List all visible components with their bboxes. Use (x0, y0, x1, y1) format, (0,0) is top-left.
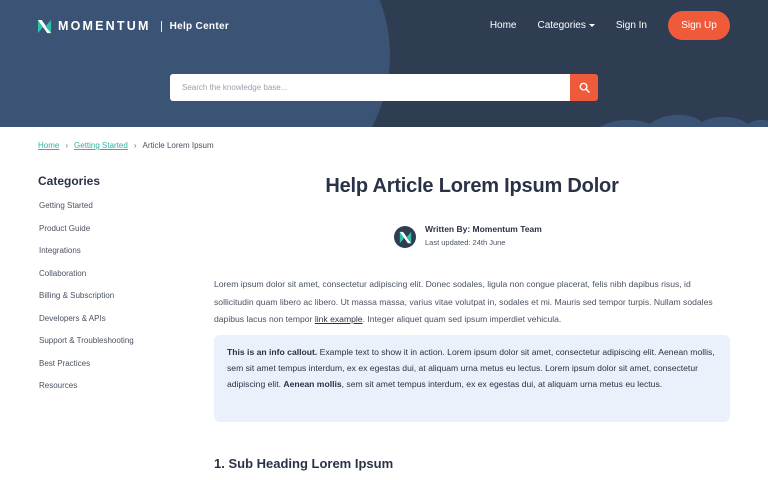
sidebar-item-best-practices[interactable]: Best Practices (38, 359, 198, 382)
sidebar-item-support[interactable]: Support & Troubleshooting (38, 336, 198, 359)
nav-categories[interactable]: Categories (538, 20, 595, 31)
sidebar-title: Categories (38, 174, 101, 188)
author-meta: Written By: Momentum Team Last updated: … (425, 224, 542, 250)
sidebar-item-collaboration[interactable]: Collaboration (38, 269, 198, 292)
brand-name: MOMENTUM (58, 19, 151, 33)
search-button[interactable] (570, 74, 598, 101)
search-input[interactable] (170, 74, 570, 101)
chevron-right-icon: › (65, 141, 69, 150)
sidebar-item-resources[interactable]: Resources (38, 381, 198, 404)
search-bar (170, 74, 598, 101)
sub-heading: 1. Sub Heading Lorem Ipsum (214, 456, 394, 471)
sidebar-item-integrations[interactable]: Integrations (38, 246, 198, 269)
breadcrumb-current: Article Lorem Ipsum (142, 141, 214, 150)
breadcrumb: Home › Getting Started › Article Lorem I… (38, 141, 214, 150)
last-updated: Last updated: 24th June (425, 238, 506, 247)
callout-emphasis: Aenean mollis (283, 378, 342, 389)
sidebar-list: Getting Started Product Guide Integratio… (38, 201, 198, 404)
header-hero: MOMENTUM Help Center Home Categories Sig… (0, 0, 768, 127)
nav-home[interactable]: Home (490, 20, 517, 31)
intro-text-end: . Integer aliquet quam sed ipsum imperdi… (362, 314, 562, 325)
nav-categories-label: Categories (537, 20, 586, 31)
chevron-down-icon (588, 24, 595, 27)
avatar (394, 226, 416, 248)
brand-divider (160, 20, 162, 32)
momentum-avatar-icon (399, 231, 411, 243)
breadcrumb-section[interactable]: Getting Started (74, 141, 128, 150)
brand-logo[interactable]: MOMENTUM Help Center (37, 18, 229, 34)
sidebar-item-billing[interactable]: Billing & Subscription (38, 291, 198, 314)
search-icon (579, 82, 590, 93)
sidebar-item-developers[interactable]: Developers & APIs (38, 314, 198, 337)
momentum-logo-icon (37, 19, 52, 33)
brand-section: Help Center (169, 20, 230, 32)
top-nav: Home Categories Sign In Sign Up (490, 11, 730, 40)
nav-sign-in[interactable]: Sign In (616, 20, 647, 31)
article-title: Help Article Lorem Ipsum Dolor (325, 175, 619, 197)
breadcrumb-home[interactable]: Home (38, 141, 59, 150)
sign-up-button[interactable]: Sign Up (668, 11, 730, 40)
info-callout: This is an info callout. Example text to… (214, 335, 730, 422)
callout-text-end: , sem sit amet tempus interdum, ex ex eg… (341, 378, 663, 389)
sidebar: Categories Getting Started Product Guide… (38, 174, 198, 404)
author-block: Written By: Momentum Team Last updated: … (394, 224, 542, 250)
chevron-right-icon: › (133, 141, 137, 150)
author-name: Written By: Momentum Team (425, 224, 542, 234)
sidebar-item-getting-started[interactable]: Getting Started (38, 201, 198, 224)
sidebar-item-product-guide[interactable]: Product Guide (38, 224, 198, 247)
article-intro: Lorem ipsum dolor sit amet, consectetur … (214, 276, 732, 329)
callout-lead: This is an info callout. (227, 347, 318, 357)
intro-link[interactable]: link example (315, 314, 363, 324)
